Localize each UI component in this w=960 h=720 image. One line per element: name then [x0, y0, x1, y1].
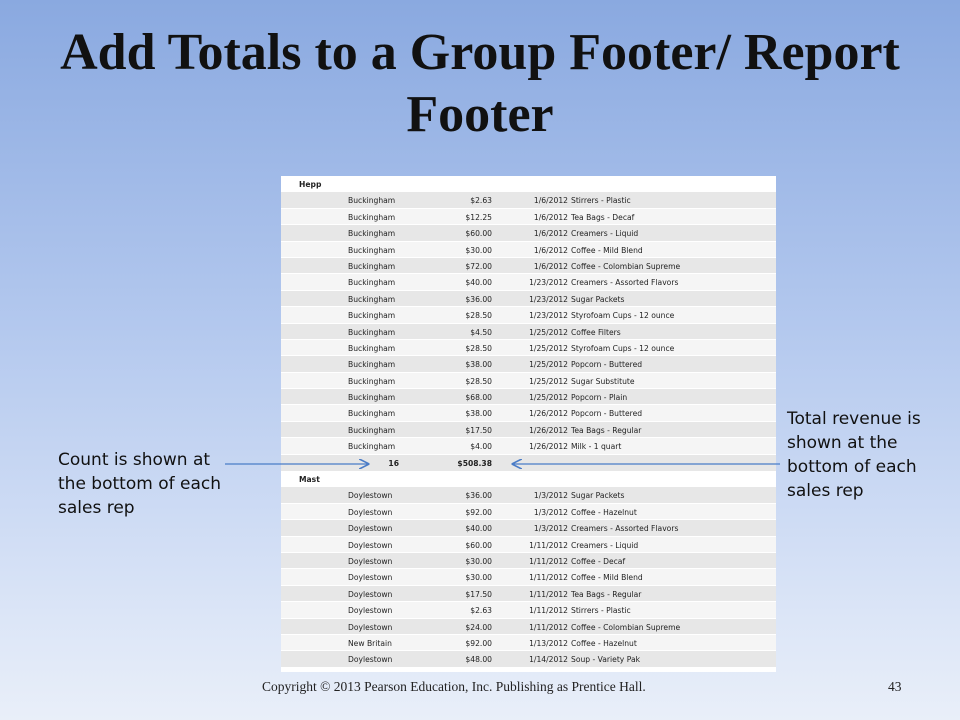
callout-arrows: [225, 0, 780, 720]
page-number: 43: [888, 679, 902, 694]
copyright-footer: Copyright © 2013 Pearson Education, Inc.…: [262, 679, 646, 694]
